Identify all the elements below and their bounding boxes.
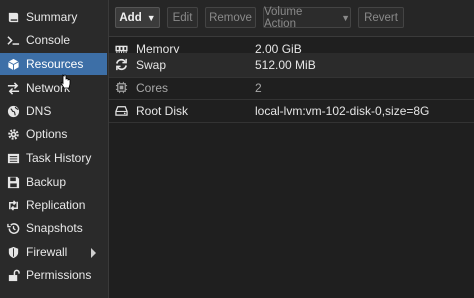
refresh-icon — [115, 58, 128, 71]
list-icon — [6, 151, 20, 165]
sidebar-item-replication[interactable]: Replication — [0, 194, 107, 216]
add-button[interactable]: Add ▼ — [115, 7, 160, 28]
revert-button-label: Revert — [364, 11, 398, 24]
sidebar-item-label: DNS — [26, 104, 52, 118]
chevron-right-icon[interactable] — [90, 247, 97, 261]
sidebar-item-summary[interactable]: Summary — [0, 6, 107, 28]
history-icon — [6, 221, 20, 235]
sidebar-item-network[interactable]: Network — [0, 77, 107, 99]
sidebar-item-console[interactable]: Console — [0, 29, 107, 51]
remove-button[interactable]: Remove — [205, 7, 256, 28]
sidebar-item-label: Firewall — [26, 245, 68, 259]
sidebar-item-firewall[interactable]: Firewall — [0, 241, 107, 263]
row-value: 512.00 MiB — [255, 58, 316, 72]
terminal-icon — [6, 33, 20, 47]
sidebar-item-resources[interactable]: Resources — [0, 53, 107, 75]
table-row[interactable]: Cores 2 — [109, 76, 474, 100]
chevron-down-icon: ▼ — [146, 12, 156, 23]
sidebar-item-label: Summary — [26, 10, 78, 24]
sidebar-item-permissions[interactable]: Permissions — [0, 264, 107, 286]
mouse-pointer-icon — [60, 74, 71, 89]
hdd-icon — [115, 104, 128, 117]
chevron-down-icon: ▼ — [341, 12, 350, 23]
retweet-icon — [6, 198, 20, 212]
sidebar-item-label: Resources — [26, 57, 84, 71]
unlock-icon — [6, 268, 20, 282]
volume-action-label: Volume Action — [264, 5, 303, 30]
sidebar: Summary Console Resources Network DNS Op… — [0, 0, 109, 298]
sidebar-item-label: Console — [26, 33, 71, 47]
remove-button-label: Remove — [209, 11, 252, 24]
volume-action-button[interactable]: Volume Action ▼ — [263, 5, 351, 30]
floppy-icon — [6, 175, 20, 189]
edit-button[interactable]: Edit — [167, 7, 198, 28]
exchange-icon — [6, 81, 20, 95]
sidebar-item-label: Permissions — [26, 268, 92, 282]
row-key: Swap — [136, 58, 167, 72]
sidebar-item-task-history[interactable]: Task History — [0, 147, 107, 169]
sidebar-item-label: Replication — [26, 198, 86, 212]
sidebar-item-options[interactable]: Options — [0, 123, 107, 145]
row-key: Root Disk — [136, 104, 189, 118]
sidebar-item-label: Task History — [26, 151, 92, 165]
row-key: Cores — [136, 81, 169, 95]
revert-button[interactable]: Revert — [358, 7, 404, 28]
sidebar-item-snapshots[interactable]: Snapshots — [0, 217, 107, 239]
edit-button-label: Edit — [172, 11, 193, 24]
row-value: 2 — [255, 81, 262, 95]
sidebar-item-dns[interactable]: DNS — [0, 100, 107, 122]
shield-icon — [6, 245, 20, 259]
row-value: local-lvm:vm-102-disk-0,size=8G — [255, 104, 430, 118]
cpu-icon — [115, 81, 128, 94]
globe-icon — [6, 104, 20, 118]
book-icon — [6, 10, 20, 24]
gear-icon — [6, 127, 20, 141]
sidebar-item-label: Backup — [26, 175, 67, 189]
sidebar-item-label: Snapshots — [26, 221, 83, 235]
sidebar-item-backup[interactable]: Backup — [0, 171, 107, 193]
cube-icon — [6, 57, 20, 71]
table-row[interactable]: Root Disk local-lvm:vm-102-disk-0,size=8… — [109, 99, 474, 123]
sidebar-item-label: Options — [26, 127, 68, 141]
toolbar: Add ▼ Edit Remove Volume Action ▼ Revert — [109, 0, 474, 37]
add-button-label: Add — [119, 11, 142, 24]
table-row[interactable]: Swap 512.00 MiB — [109, 53, 474, 78]
